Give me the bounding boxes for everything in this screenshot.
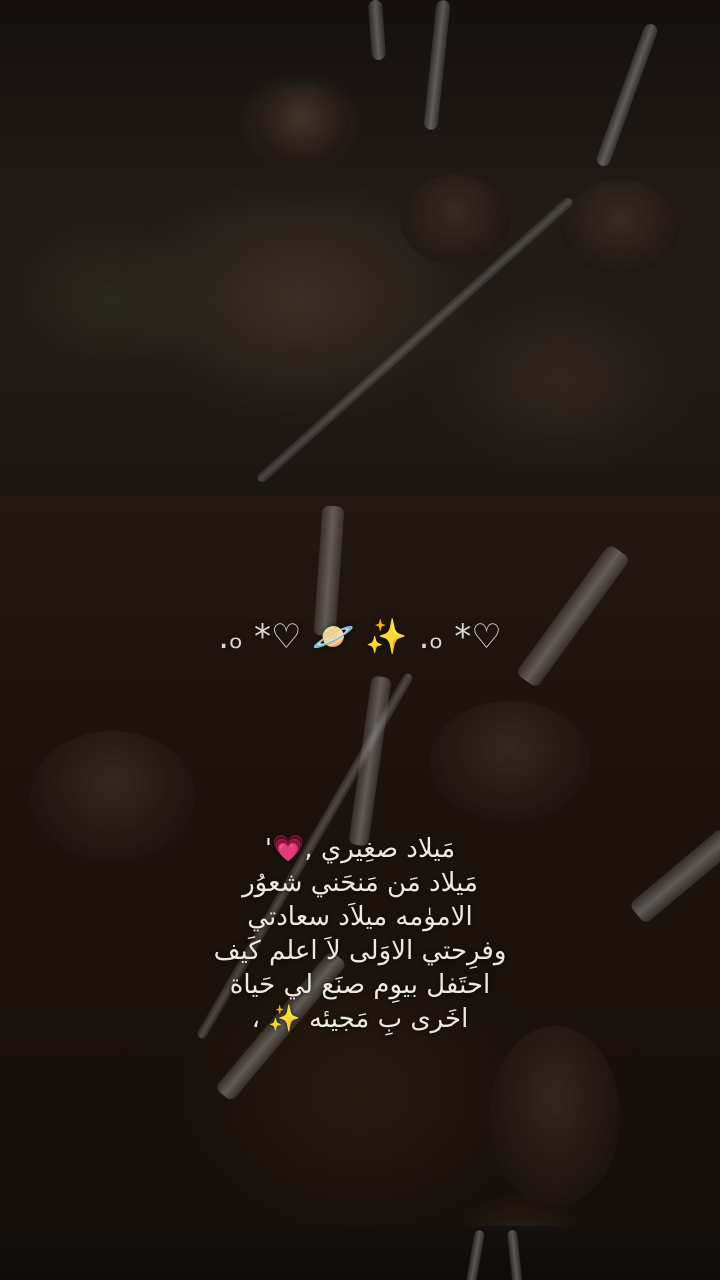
- caption-text: مَيلاد صغِيري ,💗' مَيلاد مَن مَنحَني شعو…: [150, 832, 570, 1036]
- decoration-row: .ₒ *♡ 🪐 ✨ .ₒ *♡: [0, 612, 720, 662]
- caption-line: مَيلاد مَن مَنحَني شعوُر: [242, 868, 478, 898]
- caption-line: وفرِحتي الاوَلى لاَ اعلم كَيف: [213, 936, 507, 966]
- caption-line: احتَفل بيوِم صنَع لي حَياة: [229, 970, 491, 1000]
- planet-icon: 🪐: [312, 617, 355, 657]
- story-canvas: .ₒ *♡ 🪐 ✨ .ₒ *♡ مَيلاد صغِيري ,💗' مَيلاد…: [0, 0, 720, 1280]
- deco-left: .ₒ *♡: [218, 617, 302, 657]
- caption-line: مَيلاد صغِيري ,💗': [264, 834, 456, 864]
- caption-line: الاموٰمه ميلاَد سعادتي: [247, 902, 473, 932]
- sparkle-icon: ✨: [365, 617, 408, 657]
- caption-line: اخَرى بِ مَجيئه ✨ ،: [251, 1004, 469, 1034]
- deco-right: .ₒ *♡: [418, 617, 502, 657]
